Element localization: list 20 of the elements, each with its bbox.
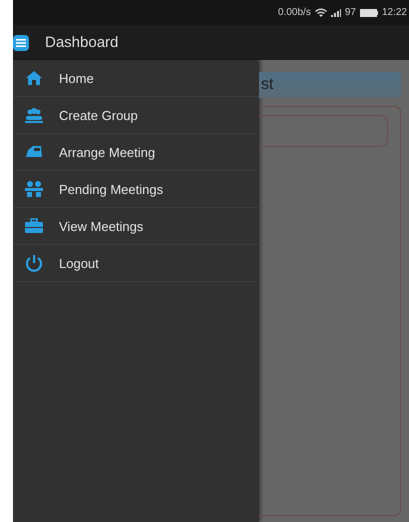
home-icon xyxy=(25,69,43,87)
wifi-icon xyxy=(314,8,327,17)
drawer-item[interactable]: Create Group xyxy=(13,97,259,134)
battery-icon xyxy=(360,8,378,16)
clock: 12:22 xyxy=(382,7,407,18)
briefcase-icon xyxy=(25,217,43,235)
signal-icon xyxy=(330,8,341,16)
menu-icon[interactable] xyxy=(13,34,31,52)
group-icon xyxy=(25,106,43,124)
drawer-item[interactable]: Arrange Meeting xyxy=(13,134,259,171)
network-speed: 0.00b/s xyxy=(278,7,311,18)
drawer-item[interactable]: Pending Meetings xyxy=(13,171,259,208)
people-icon xyxy=(25,180,43,198)
battery-level: 97 xyxy=(344,7,356,18)
drawer-item[interactable]: Logout xyxy=(13,245,259,282)
drawer-item[interactable]: Home xyxy=(13,60,259,97)
power-icon xyxy=(25,254,43,272)
drawer-item[interactable]: View Meetings xyxy=(13,208,259,245)
input-field[interactable] xyxy=(259,115,388,147)
app-title: Dashboard xyxy=(45,34,118,51)
